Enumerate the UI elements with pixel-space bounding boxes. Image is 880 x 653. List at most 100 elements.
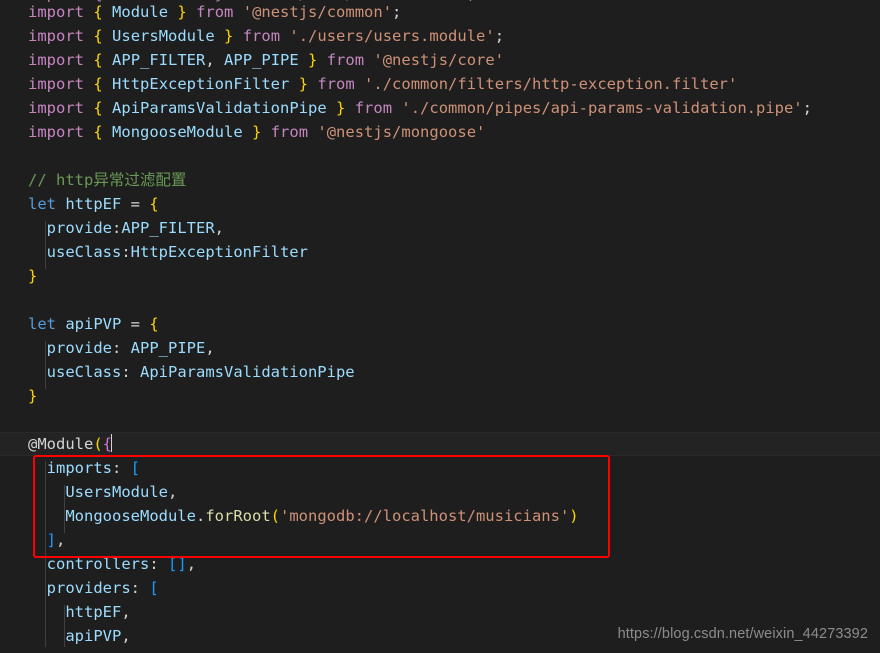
code-token: import	[28, 3, 84, 21]
code-token: {	[93, 99, 103, 117]
code-token: from	[242, 27, 281, 45]
code-token: '@nestjs/mongoose'	[317, 123, 486, 141]
code-token: [	[149, 579, 159, 597]
code-token: }	[177, 3, 187, 21]
horizontal-scrollbar[interactable]	[0, 647, 880, 653]
code-token: [	[168, 555, 178, 573]
code-token: }	[298, 75, 309, 93]
code-line[interactable]: import { ApiParamsValidationPipe } from …	[0, 96, 880, 120]
code-line[interactable]: useClass: ApiParamsValidationPipe	[0, 360, 880, 384]
code-token: ,	[167, 483, 178, 501]
code-line[interactable]: provide: APP_PIPE,	[0, 336, 880, 360]
code-token: =	[121, 195, 150, 213]
code-token: apiPVP	[65, 315, 122, 333]
code-line[interactable]: providers: [	[0, 576, 880, 600]
code-token: APP_FILTER	[121, 219, 215, 237]
code-token: :	[112, 459, 131, 477]
code-token: {	[149, 315, 159, 333]
code-line[interactable]: MongooseModule.forRoot('mongodb://localh…	[0, 504, 880, 528]
code-token: }	[224, 27, 234, 45]
code-line[interactable]	[0, 408, 880, 432]
code-token: }	[28, 387, 38, 405]
code-token: ]	[46, 531, 57, 549]
code-line[interactable]: }	[0, 384, 880, 408]
code-token: :	[149, 555, 168, 573]
code-token: (	[270, 507, 280, 525]
code-line[interactable]: controllers: [],	[0, 552, 880, 576]
code-line[interactable]	[0, 144, 880, 168]
indent-guide	[64, 485, 65, 533]
code-token: =	[121, 315, 150, 333]
code-token: import	[28, 75, 84, 93]
code-line[interactable]: useClass:HttpExceptionFilter	[0, 240, 880, 264]
code-line[interactable]: @Module({	[0, 432, 880, 456]
code-line[interactable]: ],	[0, 528, 880, 552]
code-line[interactable]: import { APP_FILTER, APP_PIPE } from '@n…	[0, 48, 880, 72]
code-line[interactable]: }	[0, 264, 880, 288]
code-line[interactable]: import { HttpExceptionFilter } from './c…	[0, 72, 880, 96]
code-line[interactable]: provide:APP_FILTER,	[0, 216, 880, 240]
code-editor[interactable]: import { CatsModule } from './cats/cats.…	[0, 0, 880, 653]
indent-guide	[64, 605, 65, 653]
code-token: }	[336, 99, 346, 117]
code-token: import	[28, 123, 84, 141]
code-token: forRoot	[205, 507, 271, 525]
code-token: ;	[392, 3, 402, 21]
code-token: {	[93, 27, 103, 45]
code-token: httpEF	[65, 603, 122, 621]
code-line[interactable]	[0, 288, 880, 312]
code-token: let	[28, 195, 56, 213]
code-token: {	[93, 51, 103, 69]
code-token: Module	[112, 3, 169, 21]
code-token: ApiParamsValidationPipe	[140, 363, 355, 381]
code-token: from	[270, 123, 309, 141]
watermark-url: https://blog.csdn.net/weixin_44273392	[617, 626, 868, 642]
code-token: ,	[186, 555, 197, 573]
code-token: HttpExceptionFilter	[130, 243, 308, 261]
code-line[interactable]: UsersModule,	[0, 480, 880, 504]
code-token: [	[130, 459, 141, 477]
code-line[interactable]: import { Module } from '@nestjs/common';	[0, 0, 880, 24]
code-token: ]	[177, 555, 187, 573]
code-content[interactable]: import { Module } from '@nestjs/common';…	[0, 0, 880, 648]
code-token: from	[196, 3, 234, 21]
code-token: (	[93, 435, 103, 453]
code-line[interactable]: let apiPVP = {	[0, 312, 880, 336]
code-token: import	[28, 99, 84, 117]
code-token: {	[93, 123, 103, 141]
code-token: from	[326, 51, 365, 69]
code-line[interactable]: let httpEF = {	[0, 192, 880, 216]
code-line[interactable]: httpEF,	[0, 600, 880, 624]
code-line[interactable]: import { MongooseModule } from '@nestjs/…	[0, 120, 880, 144]
code-line[interactable]: imports: [	[0, 456, 880, 480]
code-token: './users/users.module'	[289, 27, 495, 45]
indent-guide	[45, 221, 46, 269]
code-line[interactable]: // http异常过滤配置	[0, 168, 880, 192]
code-line[interactable]: import { UsersModule } from './users/use…	[0, 24, 880, 48]
code-token: useClass	[46, 363, 122, 381]
code-token: providers	[46, 579, 131, 597]
code-token: from	[354, 99, 393, 117]
code-token: :	[121, 243, 131, 261]
